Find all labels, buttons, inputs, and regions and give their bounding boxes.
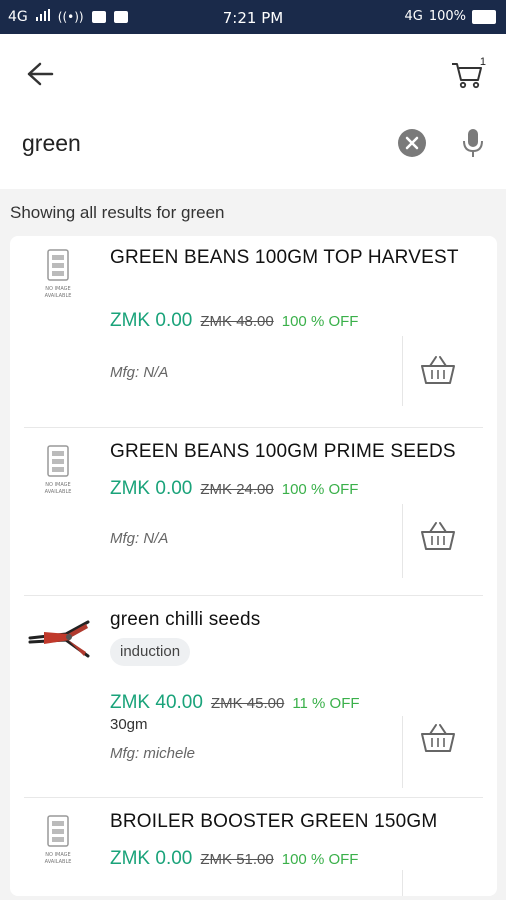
- product-card[interactable]: green chilli seeds induction ZMK 40.00 Z…: [10, 596, 497, 798]
- product-mrp: ZMK 24.00: [200, 481, 274, 498]
- product-price: ZMK 0.00: [110, 310, 193, 331]
- product-list: NO IMAGE AVAILABLE GREEN BEANS 100GM TOP …: [10, 236, 497, 896]
- product-name[interactable]: GREEN BEANS 100GM TOP HARVEST: [110, 244, 480, 272]
- quantity-label: 30gm: [110, 716, 148, 733]
- vertical-divider: [402, 504, 403, 578]
- svg-text:AVAILABLE: AVAILABLE: [45, 859, 72, 865]
- product-name[interactable]: BROILER BOOSTER GREEN 150GM: [110, 808, 480, 836]
- price-row: ZMK 0.00 ZMK 24.00 100 % OFF: [110, 478, 358, 500]
- price-row: ZMK 0.00 ZMK 48.00 100 % OFF: [110, 310, 358, 332]
- back-button[interactable]: [24, 60, 56, 88]
- search-header: 1: [0, 34, 506, 189]
- manufacturer-label: Mfg: N/A: [110, 530, 169, 547]
- svg-text:NO IMAGE: NO IMAGE: [45, 286, 70, 292]
- vertical-divider: [402, 716, 403, 788]
- cart-count-badge: 1: [479, 56, 486, 68]
- svg-text:NO IMAGE: NO IMAGE: [45, 482, 70, 488]
- add-to-basket-button[interactable]: [418, 520, 458, 552]
- svg-text:NO IMAGE: NO IMAGE: [45, 852, 70, 858]
- tongs-photo-icon: [26, 610, 96, 670]
- product-card[interactable]: NO IMAGE AVAILABLE GREEN BEANS 100GM TOP …: [10, 236, 497, 428]
- vertical-divider: [402, 336, 403, 406]
- price-row: ZMK 40.00 ZMK 45.00 11 % OFF: [110, 692, 360, 714]
- close-icon: [405, 136, 419, 150]
- add-to-basket-button[interactable]: [418, 354, 458, 386]
- no-image-placeholder-icon: NO IMAGE AVAILABLE: [26, 812, 96, 872]
- manufacturer-label: Mfg: N/A: [110, 364, 169, 381]
- manufacturer-label: Mfg: michele: [110, 745, 196, 762]
- discount-label: 11 % OFF: [292, 695, 360, 712]
- product-mrp: ZMK 51.00: [200, 851, 274, 868]
- product-name[interactable]: green chilli seeds: [110, 606, 480, 634]
- results-summary: Showing all results for green: [10, 203, 225, 222]
- product-card[interactable]: NO IMAGE AVAILABLE BROILER BOOSTER GREEN …: [10, 798, 497, 896]
- basket-icon: [421, 356, 455, 384]
- product-price: ZMK 40.00: [110, 692, 203, 713]
- price-row: ZMK 0.00 ZMK 51.00 100 % OFF: [110, 848, 358, 870]
- svg-text:AVAILABLE: AVAILABLE: [45, 293, 72, 299]
- discount-label: 100 % OFF: [281, 851, 359, 868]
- category-tag: induction: [110, 638, 191, 666]
- voice-search-button[interactable]: [462, 127, 484, 159]
- product-mrp: ZMK 45.00: [210, 695, 285, 712]
- product-card[interactable]: NO IMAGE AVAILABLE GREEN BEANS 100GM PRIM…: [10, 428, 497, 596]
- search-input[interactable]: [20, 122, 384, 164]
- search-bar: [0, 112, 506, 176]
- arrow-left-icon: [27, 62, 54, 86]
- status-right: 4G 100%: [404, 9, 496, 24]
- network-right-label: 4G: [404, 9, 423, 24]
- no-image-placeholder-icon: NO IMAGE AVAILABLE: [26, 442, 96, 502]
- basket-icon: [421, 522, 455, 550]
- discount-label: 100 % OFF: [281, 313, 359, 330]
- product-price: ZMK 0.00: [110, 848, 193, 869]
- status-bar: 4G ((•)) 7:21 PM 4G 100%: [0, 0, 506, 34]
- product-price: ZMK 0.00: [110, 478, 193, 499]
- product-name[interactable]: GREEN BEANS 100GM PRIME SEEDS: [110, 438, 480, 466]
- add-to-basket-button[interactable]: [418, 722, 458, 754]
- microphone-icon: [463, 129, 483, 157]
- clear-search-button[interactable]: [398, 129, 426, 157]
- svg-text:AVAILABLE: AVAILABLE: [45, 489, 72, 495]
- no-image-placeholder-icon: NO IMAGE AVAILABLE: [26, 246, 96, 306]
- vertical-divider: [402, 870, 403, 896]
- battery-label: 100%: [428, 9, 466, 24]
- basket-icon: [421, 724, 455, 752]
- discount-label: 100 % OFF: [281, 481, 359, 498]
- battery-icon: [472, 9, 496, 24]
- product-mrp: ZMK 48.00: [200, 313, 274, 330]
